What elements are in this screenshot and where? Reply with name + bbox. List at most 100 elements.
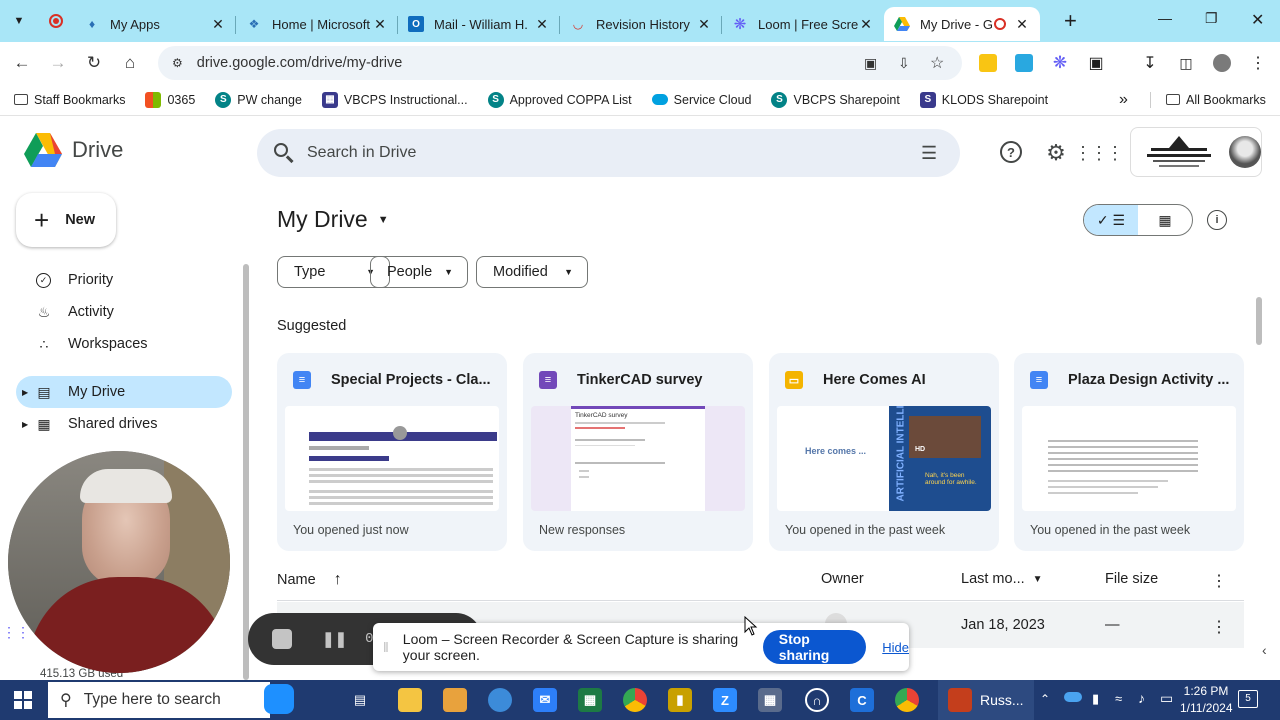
profile-avatar-icon[interactable] — [1213, 54, 1231, 72]
bookmark-vbcps-sharepoint[interactable]: S VBCPS Sharepoint — [771, 91, 900, 108]
sidebar-item-priority[interactable]: ✓ Priority — [16, 264, 232, 296]
sidebar-scrollbar[interactable] — [243, 264, 249, 680]
stop-recording-button[interactable] — [272, 629, 292, 649]
tab-pinned-record[interactable] — [38, 14, 74, 28]
download-icon[interactable]: ↧ — [1141, 54, 1159, 72]
windows-start-icon[interactable] — [14, 691, 32, 709]
loom-grid-handle-icon[interactable]: ⋮⋮ — [2, 624, 30, 641]
notes-app-icon[interactable]: ▮ — [668, 688, 692, 712]
minimize-button[interactable]: — — [1158, 10, 1172, 26]
sidebar-item-shared-drives[interactable]: ▶ ▦ Shared drives — [16, 408, 232, 440]
chrome-icon[interactable] — [623, 688, 647, 712]
onedrive-icon[interactable] — [1064, 692, 1082, 702]
tab-my-drive[interactable]: My Drive - G ✕ — [884, 7, 1040, 41]
extension-yellow-icon[interactable] — [979, 54, 997, 72]
extension-blue-icon[interactable] — [1015, 54, 1033, 72]
sort-arrow-up-icon[interactable]: ↑ — [334, 571, 342, 589]
sidebar-item-activity[interactable]: ♨ Activity — [16, 296, 232, 328]
tab-my-apps[interactable]: ♦ My Apps ✕ — [74, 7, 236, 41]
chrome-active-icon[interactable] — [895, 688, 919, 712]
tab-microsoft-home[interactable]: ❖ Home | Microsoft ✕ — [236, 7, 398, 41]
expand-caret-icon[interactable]: ▶ — [22, 420, 28, 429]
bookmark-klods-sharepoint[interactable]: S KLODS Sharepoint — [919, 91, 1048, 108]
bookmark-service-cloud[interactable]: Service Cloud — [651, 93, 751, 107]
reload-button[interactable]: ↻ — [76, 53, 112, 73]
suggested-card[interactable]: ≡ Special Projects - Cla... You opened ju… — [277, 353, 507, 551]
install-app-icon[interactable]: ⇩ — [898, 55, 910, 72]
column-owner[interactable]: Owner — [821, 571, 864, 587]
restore-button[interactable]: ❐ — [1205, 10, 1218, 27]
taskbar-clock[interactable]: 1:26 PM 1/11/2024 — [1180, 683, 1233, 717]
apps-grid-icon[interactable]: ⋮⋮⋮ — [1074, 141, 1124, 165]
bookmark-pw-change[interactable]: S PW change — [215, 91, 302, 108]
side-panel-icon[interactable]: ◫ — [1177, 54, 1195, 72]
usb-icon[interactable]: ▮ — [1092, 691, 1099, 707]
suggested-card[interactable]: ≡ TinkerCAD survey TinkerCAD survey New r… — [523, 353, 753, 551]
extensions-puzzle-icon[interactable]: ▣ — [1087, 54, 1105, 72]
mail-icon[interactable]: ✉ — [533, 688, 557, 712]
stop-sharing-button[interactable]: Stop sharing — [762, 630, 867, 664]
info-icon[interactable]: i — [1207, 210, 1227, 230]
tab-search-button[interactable]: ▼ — [0, 15, 38, 27]
bookmark-vbcps-instructional[interactable]: ▦ VBCPS Instructional... — [321, 91, 468, 108]
battery-icon[interactable]: ▭ — [1160, 690, 1173, 707]
drag-handle-icon[interactable]: ‖ — [383, 639, 389, 655]
filter-modified[interactable]: Modified ▼ — [476, 256, 588, 288]
all-bookmarks[interactable]: All Bookmarks — [1166, 93, 1266, 107]
taskbar-search[interactable]: ⚲ Type here to search — [48, 682, 294, 718]
task-view-icon[interactable]: ▤ — [348, 688, 372, 712]
tray-overflow-icon[interactable]: ⌃ — [1040, 692, 1050, 706]
help-icon[interactable]: ? — [1000, 141, 1022, 163]
app-c-icon[interactable]: C — [850, 688, 874, 712]
search-icon[interactable] — [273, 142, 295, 164]
bookmark-0365[interactable]: 0365 — [145, 91, 195, 108]
new-button[interactable]: + New — [16, 193, 116, 247]
loom-extension-icon[interactable]: ❋ — [1051, 53, 1069, 72]
bookmarks-overflow-icon[interactable]: » — [1119, 91, 1128, 109]
drive-search-bar[interactable]: Search in Drive ☰ — [257, 129, 960, 177]
volume-icon[interactable]: ♪ — [1138, 690, 1145, 706]
main-scrollbar[interactable] — [1256, 297, 1262, 345]
hide-link[interactable]: Hide — [882, 640, 909, 655]
back-button[interactable]: ← — [4, 53, 40, 73]
calculator-icon[interactable]: ▦ — [758, 688, 782, 712]
close-icon[interactable]: ✕ — [534, 16, 550, 33]
drive-logo[interactable]: Drive — [24, 133, 123, 167]
wifi-icon[interactable]: ≈ — [1115, 691, 1122, 706]
suggested-card[interactable]: ▭ Here Comes AI Here comes ... ARTIFICIAL… — [769, 353, 999, 551]
tab-loom[interactable]: ❋ Loom | Free Scre ✕ — [722, 7, 884, 41]
more-options-icon[interactable]: ⋮ — [1211, 617, 1227, 637]
tab-revision-history[interactable]: ◡ Revision History ✕ — [560, 7, 722, 41]
active-app-button[interactable]: Russ... — [938, 680, 1034, 720]
notification-center-icon[interactable]: 5 — [1238, 690, 1258, 708]
settings-gear-icon[interactable]: ⚙ — [1044, 140, 1068, 165]
sidebar-item-workspaces[interactable]: ∴ Workspaces — [16, 328, 232, 360]
page-title[interactable]: My Drive ▼ — [277, 206, 389, 233]
pause-button[interactable]: ❚❚ — [322, 630, 347, 648]
more-options-icon[interactable]: ⋮ — [1211, 571, 1227, 591]
grid-view-button[interactable]: ▦ — [1138, 205, 1192, 235]
ms-store-icon[interactable] — [443, 688, 467, 712]
sidebar-item-my-drive[interactable]: ▶ ▤ My Drive — [16, 376, 232, 408]
new-tab-button[interactable]: + — [1064, 8, 1077, 34]
omnibox[interactable]: ⚙ drive.google.com/drive/my-drive ▣ ⇩ ☆ — [158, 46, 962, 80]
close-icon[interactable]: ✕ — [372, 16, 388, 33]
column-file-size[interactable]: File size — [1105, 571, 1158, 587]
search-options-icon[interactable]: ☰ — [921, 143, 937, 164]
list-view-button[interactable]: ✓ ☰ — [1084, 205, 1138, 235]
zoom-icon[interactable]: Z — [713, 688, 737, 712]
tab-mail[interactable]: O Mail - William H. ✕ — [398, 7, 560, 41]
close-window-button[interactable]: ✕ — [1251, 10, 1264, 30]
bookmark-star-icon[interactable]: ☆ — [930, 53, 944, 73]
column-name[interactable]: Name ↑ — [277, 571, 342, 589]
app-circle-icon[interactable]: ∩ — [805, 688, 829, 712]
site-info-icon[interactable]: ⚙ — [172, 56, 183, 70]
side-panel-toggle-icon[interactable]: ‹ — [1262, 642, 1267, 658]
account-switcher[interactable] — [1130, 127, 1262, 177]
suggested-card[interactable]: ≡ Plaza Design Activity ... You opened in… — [1014, 353, 1244, 551]
home-button[interactable]: ⌂ — [112, 53, 148, 73]
close-icon[interactable]: ✕ — [1014, 16, 1030, 33]
browser-menu-icon[interactable]: ⋮ — [1249, 54, 1267, 72]
close-icon[interactable]: ✕ — [210, 16, 226, 33]
forward-button[interactable]: → — [40, 53, 76, 73]
